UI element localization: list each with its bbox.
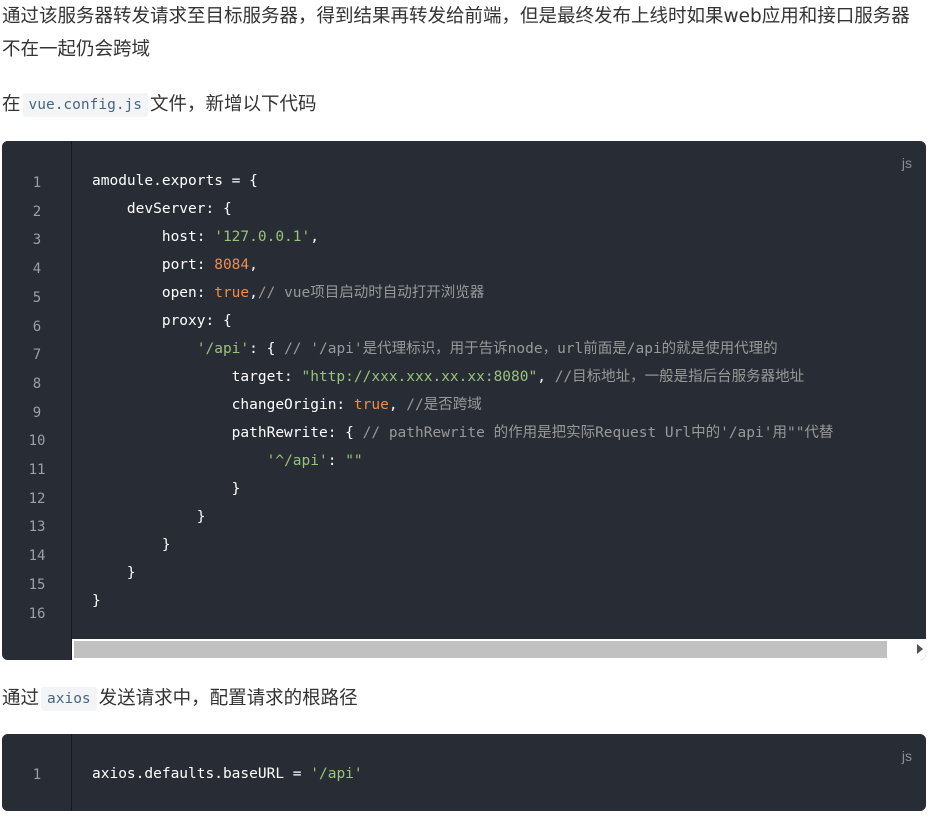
code-line: changeOrigin: true, //是否跨域 (92, 391, 926, 419)
code-line: proxy: { (92, 307, 926, 335)
line-number: 9 (32, 404, 42, 421)
inline-code-config-file: vue.config.js (22, 93, 149, 117)
axios-suffix: 发送请求中，配置请求的根路径 (98, 688, 358, 709)
code-token: changeOrigin: (92, 397, 354, 413)
code-line: axios.defaults.baseURL = '/api' (92, 760, 926, 788)
line-number: 8 (32, 375, 42, 392)
code-line: amodule.exports = { (92, 167, 926, 195)
code-token: } (92, 593, 101, 609)
code-token: true (214, 285, 250, 301)
code-token: } (92, 537, 171, 553)
code-token: } (92, 481, 241, 497)
code-content[interactable]: axios.defaults.baseURL = '/api' (92, 760, 926, 788)
code-block-axios: 1 js axios.defaults.baseURL = '/api' (2, 734, 926, 811)
line-number: 11 (28, 462, 46, 478)
line-number: 16 (28, 605, 46, 622)
code-token: , (388, 397, 407, 413)
code-token: //目标地址，一般是指后台服务器地址 (554, 369, 805, 385)
horizontal-scrollbar[interactable] (72, 639, 926, 660)
scroll-right-arrow-icon[interactable] (917, 644, 923, 654)
code-token: , (249, 257, 258, 273)
line-number: 15 (28, 576, 46, 593)
code-token: '/api' (310, 766, 363, 782)
code-token: 8084 (214, 257, 250, 273)
line-number: 12 (28, 490, 46, 507)
code-token: target: (92, 369, 302, 385)
code-token: : (327, 453, 346, 469)
code-token: axios.defaults.baseURL = (92, 766, 311, 782)
code-token: port: (92, 257, 215, 273)
code-token: "http://xxx.xxx.xx.xx:8080" (301, 369, 538, 385)
code-line: } (92, 475, 926, 503)
code-token: host: (92, 229, 215, 245)
code-token: true (353, 397, 389, 413)
code-token: '/api' (196, 341, 250, 357)
line-number: 5 (32, 289, 42, 306)
code-token: , (537, 369, 555, 385)
axios-paragraph: 通过 axios 发送请求中，配置请求的根路径 (2, 682, 927, 715)
line-number: 14 (28, 548, 46, 565)
line-number: 1 (32, 767, 42, 783)
code-line: } (92, 587, 926, 615)
code-token: //是否跨域 (406, 397, 482, 413)
code-line: host: '127.0.0.1', (92, 223, 926, 251)
code-token: // '/api'是代理标识，用于告诉node，url前面是/api的就是使用代… (284, 341, 778, 357)
line-number: 1 (32, 175, 42, 191)
intro-paragraph: 通过该服务器转发请求至目标服务器，得到结果再转发给前端，但是最终发布上线时如果w… (2, 6, 910, 60)
code-token: '127.0.0.1' (214, 229, 311, 245)
code-token: } (92, 509, 206, 525)
code-line: } (92, 531, 926, 559)
code-line: '/api': { // '/api'是代理标识，用于告诉node，url前面是… (92, 335, 926, 363)
line-number: 2 (32, 203, 42, 220)
axios-prefix: 通过 (2, 688, 40, 709)
code-line: } (92, 559, 926, 587)
code-line: target: "http://xxx.xxx.xx.xx:8080", //目… (92, 363, 926, 391)
code-token: pathRewrite: { (92, 425, 363, 441)
inline-code-axios: axios (41, 687, 97, 711)
line-number: 7 (32, 347, 42, 364)
code-token: // vue项目启动时自动打开浏览器 (257, 285, 485, 301)
code-token: // pathRewrite 的作用是把实际Request Url中的'/api… (362, 425, 834, 441)
code-token: open: (92, 285, 215, 301)
code-token: } (92, 565, 136, 581)
config-prefix: 在 (2, 94, 21, 115)
code-token: , (249, 285, 258, 301)
code-token: '^/api' (266, 453, 328, 469)
scrollbar-thumb[interactable] (74, 641, 887, 658)
line-number: 3 (32, 232, 42, 249)
line-number-gutter: 1 (2, 734, 72, 811)
code-line: '^/api': "" (92, 447, 926, 475)
code-line: port: 8084, (92, 251, 926, 279)
code-token: proxy: { (92, 313, 232, 329)
code-content[interactable]: amodule.exports = { devServer: { host: '… (92, 167, 926, 615)
code-token: : { (249, 341, 285, 357)
code-token: amodule.exports = { (92, 173, 258, 189)
config-paragraph: 在 vue.config.js 文件，新增以下代码 (2, 88, 927, 121)
code-token: "" (345, 453, 363, 469)
code-line: open: true,// vue项目启动时自动打开浏览器 (92, 279, 926, 307)
config-suffix: 文件，新增以下代码 (150, 94, 317, 115)
code-line: devServer: { (92, 195, 926, 223)
code-block-vue-config: 1 2 3 4 5 6 7 8 9 10 11 12 13 14 15 16 js amodule.expor… (2, 141, 926, 660)
line-number-gutter: 1 2 3 4 5 6 7 8 9 10 11 12 13 14 15 16 (2, 141, 72, 660)
line-number: 10 (28, 433, 46, 450)
line-number: 13 (28, 519, 46, 536)
code-token: , (310, 229, 319, 245)
line-number: 6 (32, 318, 42, 335)
code-token: devServer: { (92, 201, 232, 217)
code-line: } (92, 503, 926, 531)
code-line: pathRewrite: { // pathRewrite 的作用是把实际Req… (92, 419, 926, 447)
line-number: 4 (32, 261, 42, 278)
